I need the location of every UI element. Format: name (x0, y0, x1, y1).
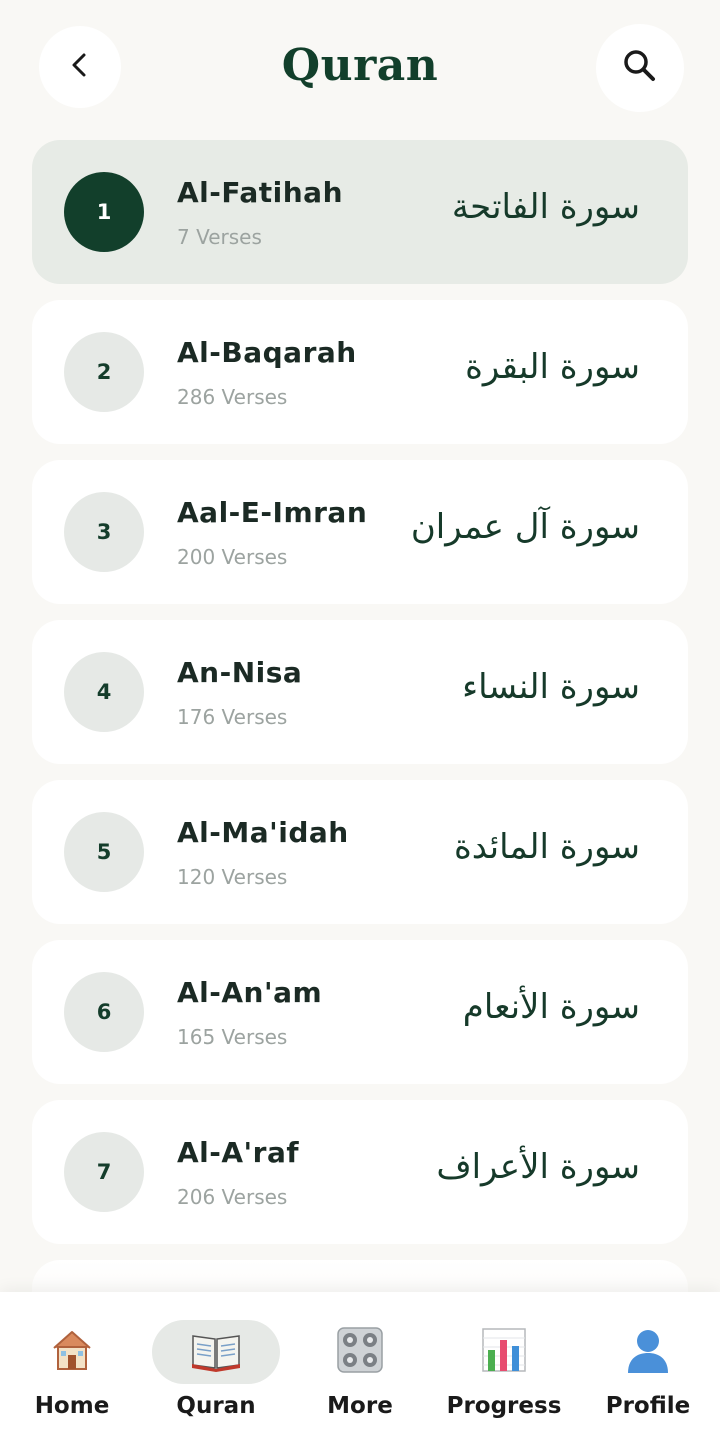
surah-name: An-Nisa (177, 656, 303, 689)
surah-name: Aal-E-Imran (177, 496, 368, 529)
nav-label: More (327, 1393, 393, 1419)
surah-arabic-name: سورة الفاتحة (451, 187, 640, 227)
surah-number-badge: 3 (64, 492, 144, 572)
surah-arabic-name: سورة الأعراف (436, 1147, 640, 1187)
nav-label: Profile (605, 1393, 691, 1419)
surah-card[interactable]: 5 Al-Ma'idah 120 Verses سورة المائدة (32, 780, 688, 924)
top-bar: Quran (0, 0, 720, 140)
bottom-navigation: Home Quran More Progress Profile (0, 1292, 720, 1450)
surah-verse-count: 206 Verses (177, 1185, 288, 1209)
surah-card[interactable]: 3 Aal-E-Imran 200 Verses سورة آل عمران (32, 460, 688, 604)
surah-verse-count: 7 Verses (177, 225, 262, 249)
surah-name: Al-Fatihah (177, 176, 344, 209)
nav-item-quran[interactable]: Quran (144, 1292, 288, 1450)
surah-verse-count: 165 Verses (177, 1025, 288, 1049)
surah-verse-count: 176 Verses (177, 705, 288, 729)
surah-name: Al-A'raf (177, 1136, 300, 1169)
surah-name: Al-Ma'idah (177, 816, 349, 849)
nav-label: Home (34, 1393, 110, 1419)
surah-arabic-name: سورة المائدة (453, 827, 640, 867)
bar-chart-icon (480, 1326, 528, 1378)
surah-arabic-name: سورة آل عمران (410, 507, 640, 547)
grid-dots-icon (336, 1326, 384, 1378)
nav-label: Quran (176, 1393, 256, 1419)
surah-card[interactable]: 7 Al-A'raf 206 Verses سورة الأعراف (32, 1100, 688, 1244)
surah-list: 1 Al-Fatihah 7 Verses سورة الفاتحة 2 Al-… (32, 140, 688, 1260)
surah-card[interactable]: 1 Al-Fatihah 7 Verses سورة الفاتحة (32, 140, 688, 284)
surah-name: Al-An'am (177, 976, 323, 1009)
nav-item-more[interactable]: More (288, 1292, 432, 1450)
nav-label: Progress (446, 1393, 562, 1419)
search-icon (620, 46, 660, 90)
surah-number-badge: 5 (64, 812, 144, 892)
surah-verse-count: 120 Verses (177, 865, 288, 889)
open-book-icon (190, 1328, 242, 1376)
surah-number-badge: 2 (64, 332, 144, 412)
surah-arabic-name: سورة النساء (462, 667, 640, 707)
surah-number-badge: 4 (64, 652, 144, 732)
surah-number-badge: 1 (64, 172, 144, 252)
surah-verse-count: 286 Verses (177, 385, 288, 409)
surah-card[interactable]: 6 Al-An'am 165 Verses سورة الأنعام (32, 940, 688, 1084)
surah-card[interactable]: 2 Al-Baqarah 286 Verses سورة البقرة (32, 300, 688, 444)
nav-item-progress[interactable]: Progress (432, 1292, 576, 1450)
person-icon (624, 1326, 672, 1378)
surah-verse-count: 200 Verses (177, 545, 288, 569)
surah-card[interactable]: 4 An-Nisa 176 Verses سورة النساء (32, 620, 688, 764)
house-icon (48, 1326, 96, 1378)
search-button[interactable] (596, 24, 684, 112)
surah-number-badge: 6 (64, 972, 144, 1052)
surah-arabic-name: سورة البقرة (465, 347, 640, 387)
surah-number-badge: 7 (64, 1132, 144, 1212)
surah-name: Al-Baqarah (177, 336, 357, 369)
nav-item-profile[interactable]: Profile (576, 1292, 720, 1450)
surah-arabic-name: سورة الأنعام (462, 987, 640, 1027)
nav-item-home[interactable]: Home (0, 1292, 144, 1450)
